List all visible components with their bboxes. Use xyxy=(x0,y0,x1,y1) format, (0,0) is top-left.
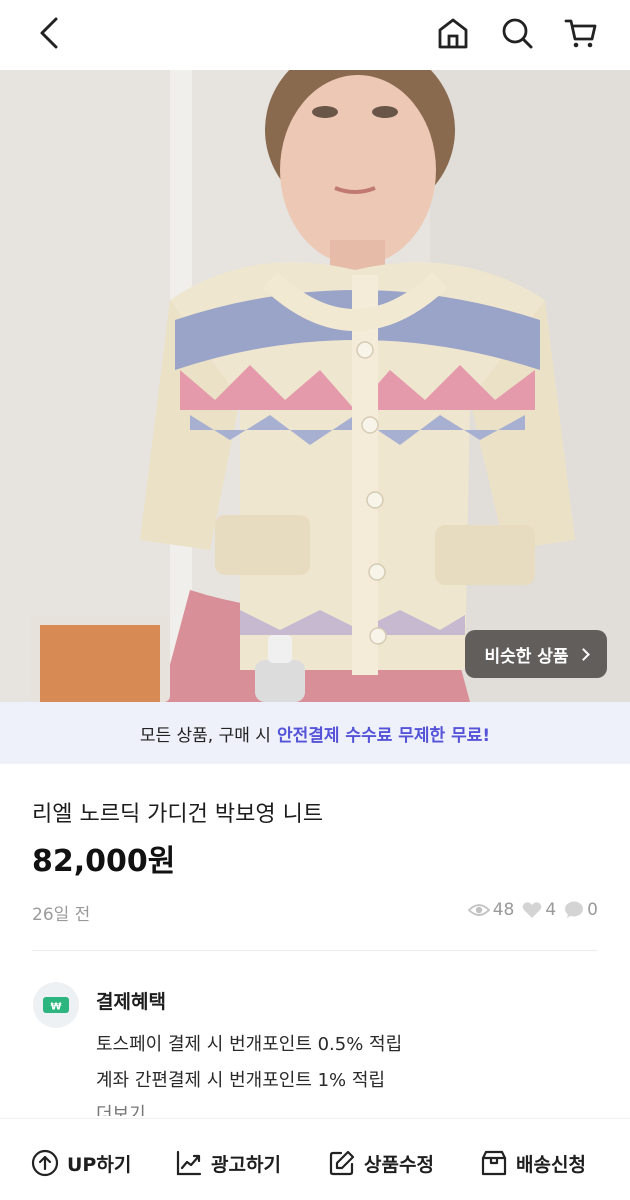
product-title: 리엘 노르딕 가디건 박보영 니트 xyxy=(32,802,324,827)
up-button[interactable]: UP하기 xyxy=(31,1149,131,1177)
arrow-up-circle-icon xyxy=(31,1149,59,1177)
chats-stat: 0 xyxy=(564,900,598,920)
svg-text:₩: ₩ xyxy=(50,1002,61,1013)
benefits-more-link[interactable]: 더보기 xyxy=(96,1100,146,1116)
likes-stat: 4 xyxy=(522,900,556,920)
product-meta: 26일 전 48 4 0 xyxy=(32,900,598,925)
similar-products-button[interactable]: 비슷한 상품 xyxy=(465,630,607,678)
product-price: 82,000원 xyxy=(32,844,176,879)
chevron-left-icon[interactable] xyxy=(26,10,72,56)
posted-time: 26일 전 xyxy=(32,905,91,925)
divider xyxy=(32,950,598,951)
similar-products-label: 비슷한 상품 xyxy=(484,646,569,667)
search-icon[interactable] xyxy=(494,10,540,56)
chat-bubble-icon xyxy=(565,901,584,918)
views-stat: 48 xyxy=(467,900,515,920)
eye-icon xyxy=(467,904,490,916)
product-photo xyxy=(0,70,630,702)
ad-button[interactable]: 광고하기 xyxy=(175,1149,281,1177)
product-stats: 48 4 0 xyxy=(467,900,598,920)
wallet-icon: ₩ xyxy=(33,982,79,1028)
heart-icon xyxy=(523,902,542,918)
benefit-toss: 토스페이 결제 시 번개포인트 0.5% 적립 xyxy=(96,1034,403,1055)
box-icon xyxy=(481,1150,507,1176)
edit-label: 상품수정 xyxy=(364,1153,434,1176)
benefits-title: 결제혜택 xyxy=(96,991,166,1013)
cart-icon[interactable] xyxy=(558,10,604,56)
chart-up-icon xyxy=(176,1150,202,1176)
up-label: UP하기 xyxy=(67,1153,132,1176)
product-image[interactable]: 비슷한 상품 xyxy=(0,70,630,702)
bottom-action-bar: UP하기 광고하기 상품수정 배송신청 xyxy=(0,1118,630,1200)
banner-text: 모든 상품, 구매 시 xyxy=(139,725,271,746)
ad-label: 광고하기 xyxy=(211,1153,281,1176)
benefit-account: 계좌 간편결제 시 번개포인트 1% 적립 xyxy=(96,1070,386,1091)
home-icon[interactable] xyxy=(430,10,476,56)
chats-count: 0 xyxy=(587,900,598,920)
chevron-right-icon xyxy=(576,648,590,661)
edit-icon xyxy=(329,1150,355,1176)
likes-count: 4 xyxy=(545,900,557,920)
banner-highlight: 안전결제 수수료 무제한 무료! xyxy=(276,725,491,746)
views-count: 48 xyxy=(492,900,515,920)
edit-product-button[interactable]: 상품수정 xyxy=(328,1149,434,1177)
ship-label: 배송신청 xyxy=(516,1153,586,1176)
top-bar xyxy=(0,0,630,70)
ship-request-button[interactable]: 배송신청 xyxy=(480,1149,586,1177)
safe-payment-banner[interactable]: 모든 상품, 구매 시 안전결제 수수료 무제한 무료! xyxy=(0,702,630,764)
